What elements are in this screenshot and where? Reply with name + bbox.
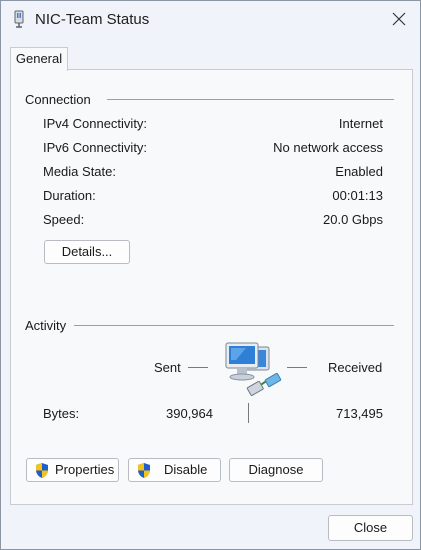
- connection-heading: Connection: [25, 92, 91, 107]
- title-bar: NIC-Team Status: [1, 1, 420, 39]
- ipv4-value: Internet: [338, 116, 383, 131]
- tab-general[interactable]: General: [10, 47, 68, 71]
- connection-divider: [107, 99, 394, 100]
- uac-shield-icon: [36, 463, 48, 478]
- activity-divider: [74, 325, 394, 326]
- window-title: NIC-Team Status: [35, 11, 150, 28]
- properties-button[interactable]: Properties: [26, 458, 119, 482]
- status-dialog: NIC-Team Status General Connection IPv4 …: [0, 0, 421, 550]
- sent-line: [188, 367, 208, 368]
- duration-value: 00:01:13: [332, 188, 383, 203]
- sent-label: Sent: [154, 360, 181, 375]
- properties-label: Properties: [55, 462, 115, 477]
- activity-heading: Activity: [25, 318, 67, 333]
- media-state-label: Media State:: [43, 164, 116, 179]
- general-panel: Connection IPv4 Connectivity: Internet I…: [10, 69, 413, 505]
- diagnose-button[interactable]: Diagnose: [229, 458, 323, 482]
- close-button[interactable]: Close: [328, 515, 413, 541]
- media-state-value: Enabled: [335, 164, 383, 179]
- network-computers-icon: [225, 342, 282, 396]
- details-button[interactable]: Details...: [44, 240, 130, 264]
- received-line: [287, 367, 307, 368]
- bytes-received-value: 713,495: [336, 406, 383, 421]
- speed-label: Speed:: [43, 212, 85, 227]
- bytes-sent-value: 390,964: [166, 406, 213, 421]
- uac-shield-icon: [138, 463, 150, 478]
- disable-label: Disable: [164, 462, 208, 477]
- duration-label: Duration:: [43, 188, 96, 203]
- ipv6-value: No network access: [273, 140, 383, 155]
- received-label: Received: [328, 360, 383, 375]
- ipv6-label: IPv6 Connectivity:: [43, 140, 148, 155]
- bytes-label: Bytes:: [43, 406, 80, 421]
- disable-button[interactable]: Disable: [128, 458, 221, 482]
- bytes-divider: [248, 403, 249, 423]
- network-adapter-icon: [14, 10, 24, 28]
- speed-value: 20.0 Gbps: [323, 212, 383, 227]
- ipv4-label: IPv4 Connectivity:: [43, 116, 148, 131]
- close-icon[interactable]: [390, 10, 408, 28]
